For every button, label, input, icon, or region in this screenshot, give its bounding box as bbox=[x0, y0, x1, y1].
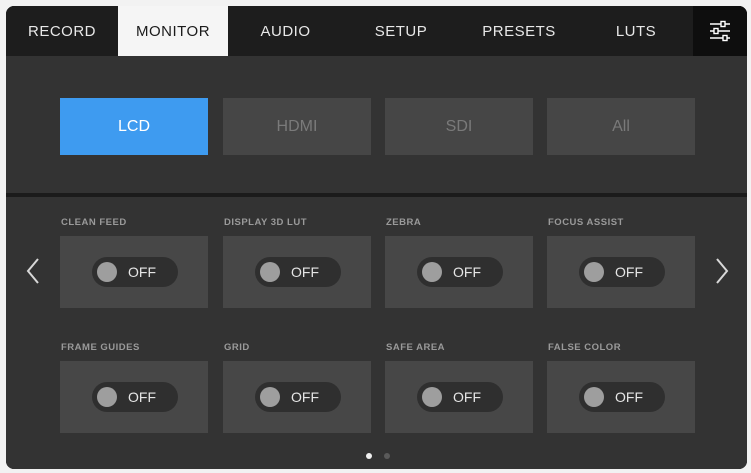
toggle-knob bbox=[97, 262, 117, 282]
toggle-knob bbox=[260, 262, 280, 282]
clean-feed-tile[interactable]: OFF bbox=[60, 236, 208, 308]
tab-luts[interactable]: LUTS bbox=[579, 6, 693, 56]
toggle-knob bbox=[97, 387, 117, 407]
grid-tile[interactable]: OFF bbox=[223, 361, 371, 433]
zebra-label: ZEBRA bbox=[386, 217, 422, 228]
toggle-state: OFF bbox=[453, 389, 481, 405]
safe-area-tile[interactable]: OFF bbox=[385, 361, 533, 433]
tab-audio[interactable]: AUDIO bbox=[228, 6, 343, 56]
output-sdi-button[interactable]: SDI bbox=[385, 98, 533, 155]
previous-page-arrow[interactable] bbox=[21, 254, 45, 288]
display-3d-lut-tile[interactable]: OFF bbox=[223, 236, 371, 308]
safe-area-label: SAFE AREA bbox=[386, 342, 446, 353]
frame-guides-toggle[interactable]: OFF bbox=[92, 382, 178, 412]
toggle-state: OFF bbox=[291, 389, 319, 405]
output-hdmi-button[interactable]: HDMI bbox=[223, 98, 371, 155]
clean-feed-label: CLEAN FEED bbox=[61, 217, 127, 228]
toggle-state: OFF bbox=[128, 389, 156, 405]
toggle-knob bbox=[422, 262, 442, 282]
grid-label: GRID bbox=[224, 342, 250, 353]
toggle-knob bbox=[422, 387, 442, 407]
false-color-tile[interactable]: OFF bbox=[547, 361, 695, 433]
frame-guides-tile[interactable]: OFF bbox=[60, 361, 208, 433]
toggle-state: OFF bbox=[128, 264, 156, 280]
focus-assist-tile[interactable]: OFF bbox=[547, 236, 695, 308]
tab-bar: RECORD MONITOR AUDIO SETUP PRESETS LUTS bbox=[6, 6, 747, 56]
focus-assist-toggle[interactable]: OFF bbox=[579, 257, 665, 287]
display-3d-lut-toggle[interactable]: OFF bbox=[255, 257, 341, 287]
zebra-toggle[interactable]: OFF bbox=[417, 257, 503, 287]
output-all-button[interactable]: All bbox=[547, 98, 695, 155]
toggle-state: OFF bbox=[615, 389, 643, 405]
focus-assist-label: FOCUS ASSIST bbox=[548, 217, 624, 228]
grid-toggle[interactable]: OFF bbox=[255, 382, 341, 412]
chevron-left-icon bbox=[26, 258, 39, 284]
tab-record[interactable]: RECORD bbox=[6, 6, 118, 56]
safe-area-toggle[interactable]: OFF bbox=[417, 382, 503, 412]
output-selector-panel: LCD HDMI SDI All bbox=[6, 56, 747, 193]
tab-monitor[interactable]: MONITOR bbox=[118, 6, 228, 56]
toggle-knob bbox=[260, 387, 280, 407]
page-dot-1[interactable] bbox=[366, 453, 372, 459]
toggle-state: OFF bbox=[453, 264, 481, 280]
tab-presets[interactable]: PRESETS bbox=[459, 6, 579, 56]
display-3d-lut-label: DISPLAY 3D LUT bbox=[224, 217, 308, 228]
toggle-state: OFF bbox=[615, 264, 643, 280]
false-color-label: FALSE COLOR bbox=[548, 342, 622, 353]
monitor-options-panel: CLEAN FEED OFF DISPLAY 3D LUT OFF ZEBRA … bbox=[6, 197, 747, 469]
toggle-state: OFF bbox=[291, 264, 319, 280]
clean-feed-toggle[interactable]: OFF bbox=[92, 257, 178, 287]
toggle-knob bbox=[584, 387, 604, 407]
chevron-right-icon bbox=[716, 258, 729, 284]
zebra-tile[interactable]: OFF bbox=[385, 236, 533, 308]
tab-setup[interactable]: SETUP bbox=[343, 6, 459, 56]
sliders-icon bbox=[710, 20, 730, 42]
settings-button[interactable] bbox=[693, 6, 747, 56]
monitor-menu-screen: RECORD MONITOR AUDIO SETUP PRESETS LUTS … bbox=[6, 6, 747, 469]
frame-guides-label: FRAME GUIDES bbox=[61, 342, 140, 353]
false-color-toggle[interactable]: OFF bbox=[579, 382, 665, 412]
page-dot-2[interactable] bbox=[384, 453, 390, 459]
output-lcd-button[interactable]: LCD bbox=[60, 98, 208, 155]
toggle-knob bbox=[584, 262, 604, 282]
next-page-arrow[interactable] bbox=[710, 254, 734, 288]
